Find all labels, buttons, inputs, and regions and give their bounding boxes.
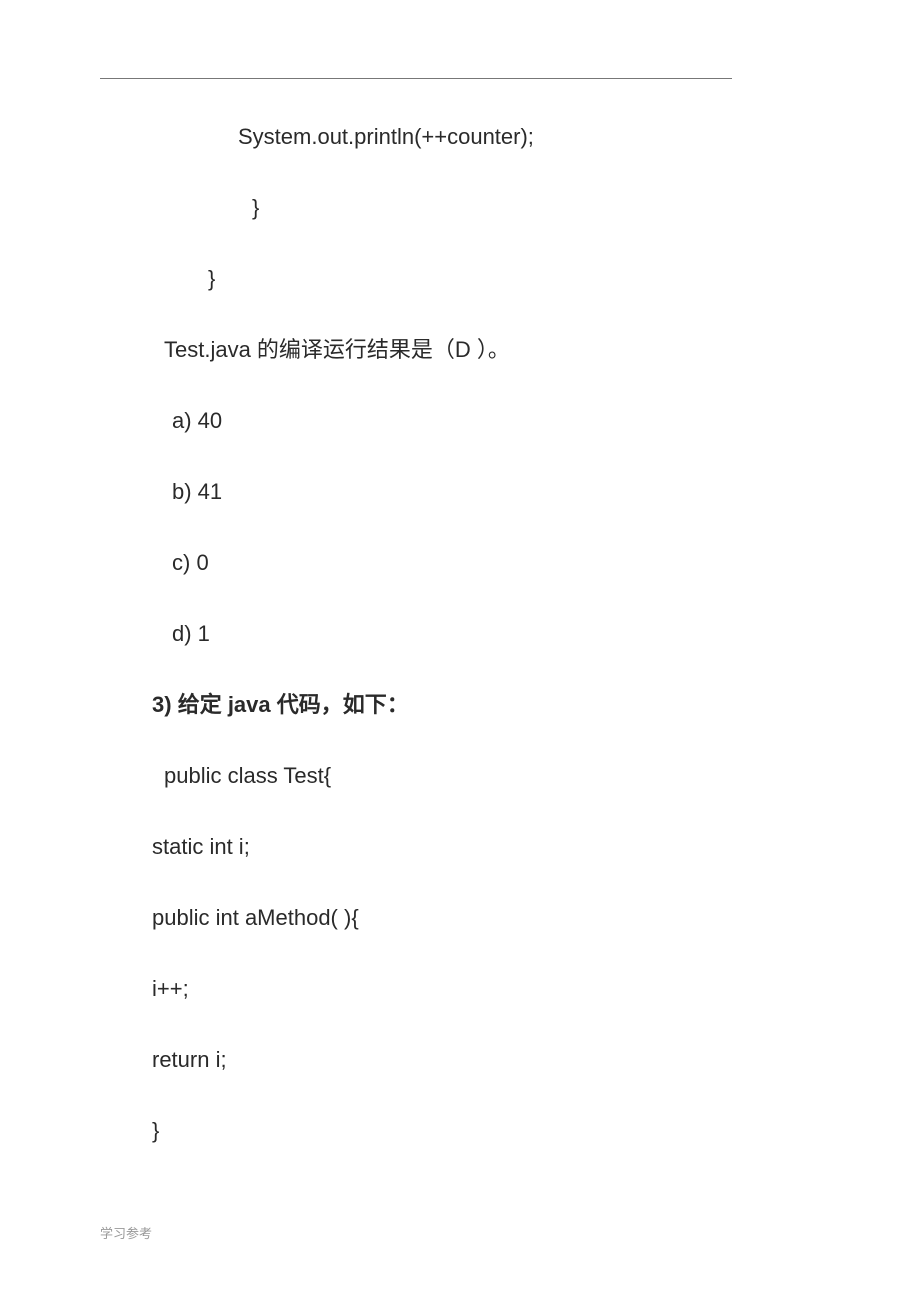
q3-text-2: 代码，如下：: [277, 692, 409, 717]
q3-code-line-3: public int aMethod( ){: [152, 901, 780, 934]
closing-brace-2: }: [152, 262, 780, 295]
q3-code-line-1: public class Test{: [152, 759, 780, 792]
q3-code-line-6: }: [152, 1114, 780, 1147]
option-c: c) 0: [152, 546, 780, 579]
q3-number: 3): [152, 692, 178, 717]
closing-brace-1: }: [152, 191, 780, 224]
document-content: System.out.println(++counter); } } Test.…: [152, 120, 780, 1185]
header-divider: [100, 78, 732, 79]
q3-code-line-2: static int i;: [152, 830, 780, 863]
option-a: a) 40: [152, 404, 780, 437]
option-b: b) 41: [152, 475, 780, 508]
q3-code-line-4: i++;: [152, 972, 780, 1005]
footer-text: 学习参考: [100, 1223, 152, 1242]
question-3-header: 3) 给定 java 代码，如下：: [152, 688, 780, 721]
q3-text-1: 给定: [178, 692, 228, 717]
q3-java-keyword: java: [228, 692, 277, 717]
option-d: d) 1: [152, 617, 780, 650]
code-line-println: System.out.println(++counter);: [152, 120, 780, 153]
q3-code-line-5: return i;: [152, 1043, 780, 1076]
question-text: Test.java 的编译运行结果是（D ）。: [152, 333, 780, 366]
